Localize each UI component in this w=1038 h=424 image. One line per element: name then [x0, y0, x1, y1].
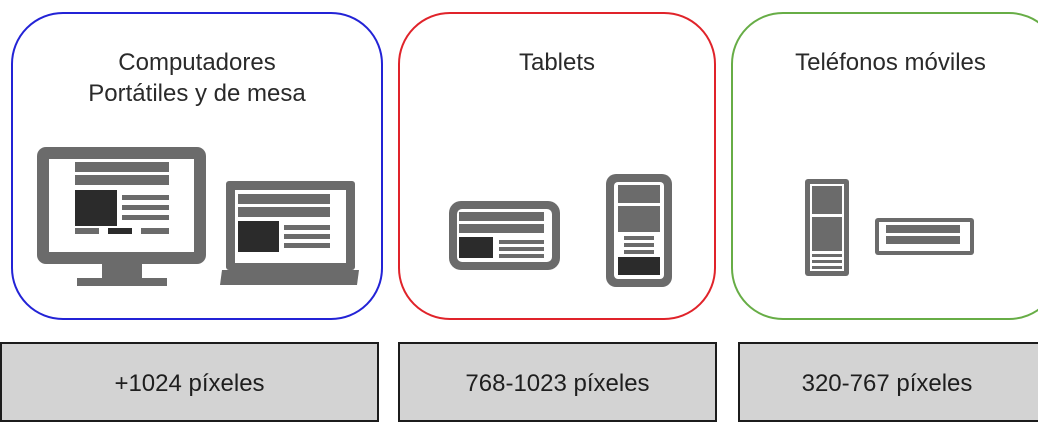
desktop-monitor-icon — [37, 147, 206, 286]
phone-portrait-icon — [805, 179, 849, 276]
desktop-pixel-range-box: +1024 píxeles — [0, 342, 379, 422]
tablet-pixel-range-box: 768-1023 píxeles — [398, 342, 717, 422]
phone-pixel-range-box: 320-767 píxeles — [738, 342, 1038, 422]
desktop-devices-illustration — [37, 147, 359, 286]
tablet-category-panel: Tablets — [398, 12, 716, 320]
tablet-devices-illustration — [449, 174, 672, 287]
phone-devices-illustration — [805, 179, 974, 276]
laptop-icon — [220, 181, 359, 285]
phone-pixel-range-label: 320-767 píxeles — [801, 370, 973, 397]
tablet-portrait-icon — [606, 174, 672, 287]
phone-landscape-icon — [875, 218, 974, 255]
desktop-pixel-range-label: +1024 píxeles — [114, 370, 265, 397]
desktop-category-panel: Computadores Portátiles y de mesa — [11, 12, 383, 320]
tablet-landscape-icon — [449, 201, 560, 270]
tablet-pixel-range-label: 768-1023 píxeles — [465, 370, 650, 397]
phone-category-panel: Teléfonos móviles — [731, 12, 1038, 320]
